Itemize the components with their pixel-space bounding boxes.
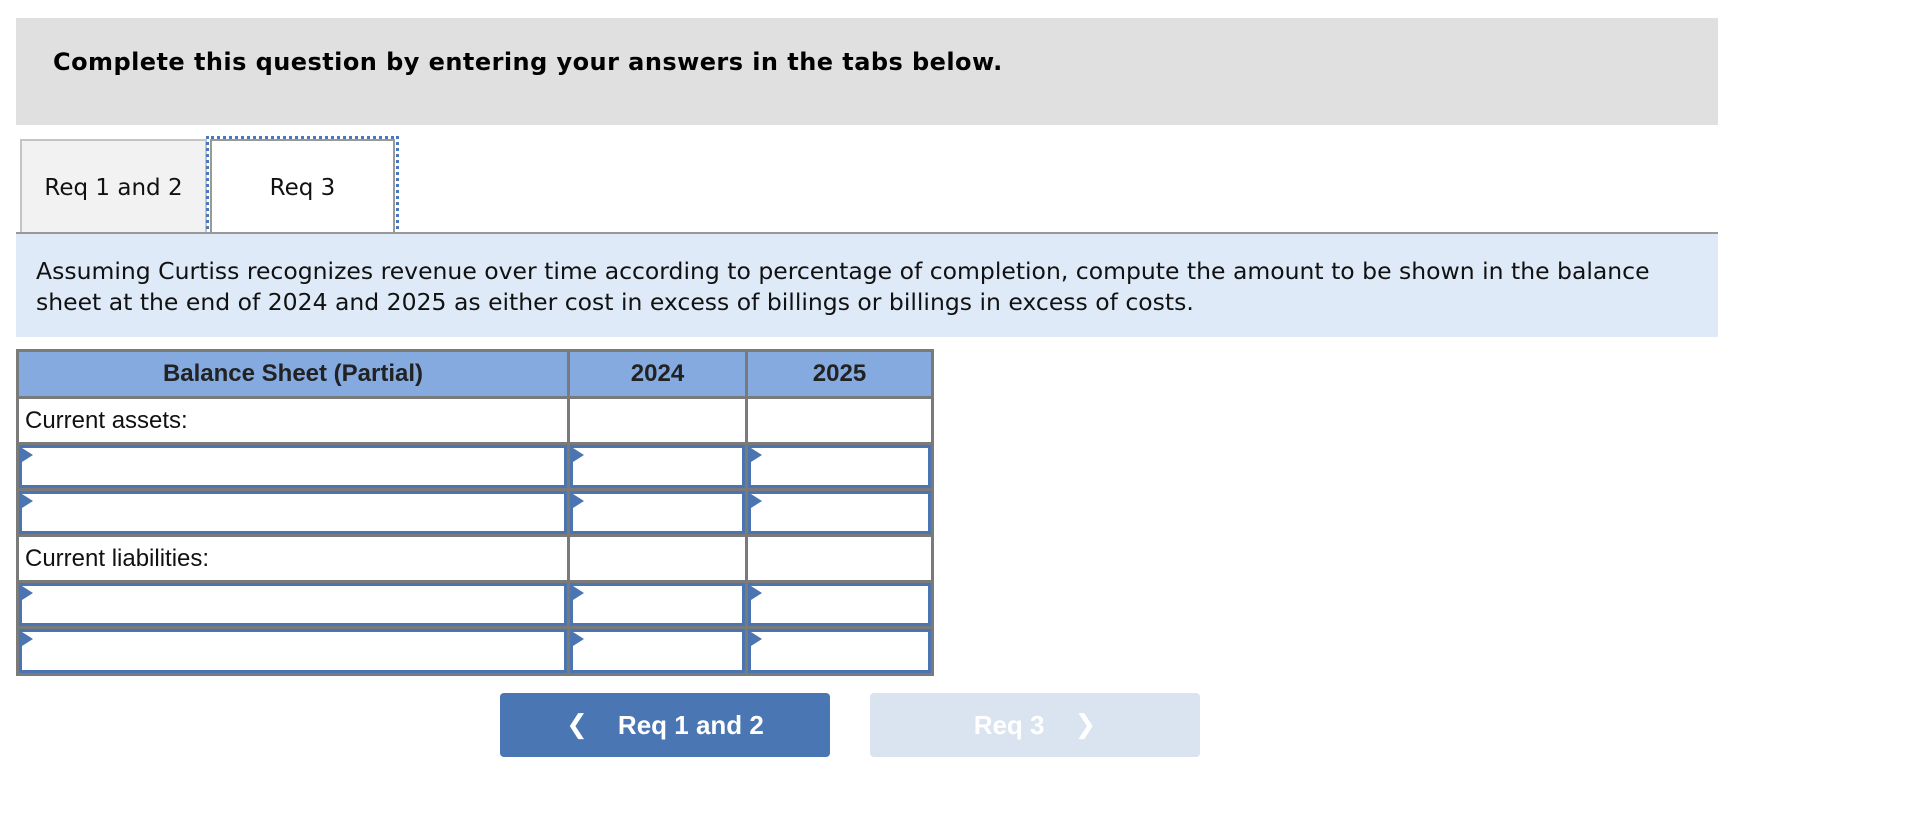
input-flag-icon <box>751 632 762 646</box>
input-flag-icon <box>751 448 762 462</box>
tab-req-3[interactable]: Req 3 <box>210 139 395 235</box>
table-row <box>16 626 934 676</box>
column-header-2024: 2024 <box>567 349 748 399</box>
dropdown-flag-icon <box>22 448 33 462</box>
amount-input-2025[interactable] <box>751 632 928 670</box>
section-label: Current assets: <box>16 396 570 445</box>
input-flag-icon <box>573 494 584 508</box>
previous-req-button[interactable]: ❮ Req 1 and 2 <box>500 693 830 757</box>
amount-cell-2025 <box>745 442 934 491</box>
account-input[interactable] <box>22 448 564 485</box>
input-flag-icon <box>751 494 762 508</box>
section-row-current-liabilities: Current liabilities: <box>16 534 934 583</box>
dropdown-flag-icon <box>22 632 33 646</box>
amount-input-2025[interactable] <box>751 448 928 485</box>
account-input[interactable] <box>22 632 564 670</box>
section-label: Current liabilities: <box>16 534 570 583</box>
amount-cell-2024 <box>567 442 748 491</box>
input-flag-icon <box>573 632 584 646</box>
input-flag-icon <box>573 448 584 462</box>
balance-sheet-table: Balance Sheet (Partial) 2024 2025 Curren… <box>16 349 934 676</box>
table-row <box>16 488 934 537</box>
amount-input-2024[interactable] <box>573 494 742 531</box>
amount-input-2024[interactable] <box>573 632 742 670</box>
empty-cell <box>745 396 934 445</box>
amount-cell-2024 <box>567 626 748 676</box>
amount-cell-2025 <box>745 580 934 629</box>
previous-req-label: Req 1 and 2 <box>617 709 764 740</box>
instruction-banner: Complete this question by entering your … <box>16 18 1718 125</box>
table-row <box>16 442 934 491</box>
account-cell <box>16 442 570 491</box>
amount-cell-2025 <box>745 488 934 537</box>
amount-input-2025[interactable] <box>751 586 928 623</box>
question-prompt: Assuming Curtiss recognizes revenue over… <box>16 234 1718 337</box>
section-row-current-assets: Current assets: <box>16 396 934 445</box>
tab-req-1-and-2[interactable]: Req 1 and 2 <box>20 139 207 234</box>
column-header-2025: 2025 <box>745 349 934 399</box>
instruction-title: Complete this question by entering your … <box>53 48 1003 76</box>
amount-input-2025[interactable] <box>751 494 928 531</box>
amount-cell-2024 <box>567 580 748 629</box>
table-row <box>16 580 934 629</box>
empty-cell <box>567 534 748 583</box>
amount-cell-2025 <box>745 626 934 676</box>
account-cell <box>16 626 570 676</box>
question-text: Assuming Curtiss recognizes revenue over… <box>36 257 1650 316</box>
empty-cell <box>567 396 748 445</box>
amount-input-2024[interactable] <box>573 448 742 485</box>
chevron-right-icon: ❯ <box>1074 710 1097 740</box>
dropdown-flag-icon <box>22 494 33 508</box>
tab-label: Req 3 <box>269 175 336 201</box>
next-req-button[interactable]: Req 3 ❯ <box>870 693 1200 757</box>
account-input[interactable] <box>22 586 564 623</box>
account-input[interactable] <box>22 494 564 531</box>
table-header-row: Balance Sheet (Partial) 2024 2025 <box>16 349 934 399</box>
next-req-label: Req 3 <box>973 709 1045 740</box>
column-header-account: Balance Sheet (Partial) <box>16 349 570 399</box>
input-flag-icon <box>751 586 762 600</box>
tab-label: Req 1 and 2 <box>44 174 183 201</box>
empty-cell <box>745 534 934 583</box>
input-flag-icon <box>573 586 584 600</box>
amount-input-2024[interactable] <box>573 586 742 623</box>
account-cell <box>16 580 570 629</box>
dropdown-flag-icon <box>22 586 33 600</box>
chevron-left-icon: ❮ <box>566 710 588 740</box>
amount-cell-2024 <box>567 488 748 537</box>
account-cell <box>16 488 570 537</box>
